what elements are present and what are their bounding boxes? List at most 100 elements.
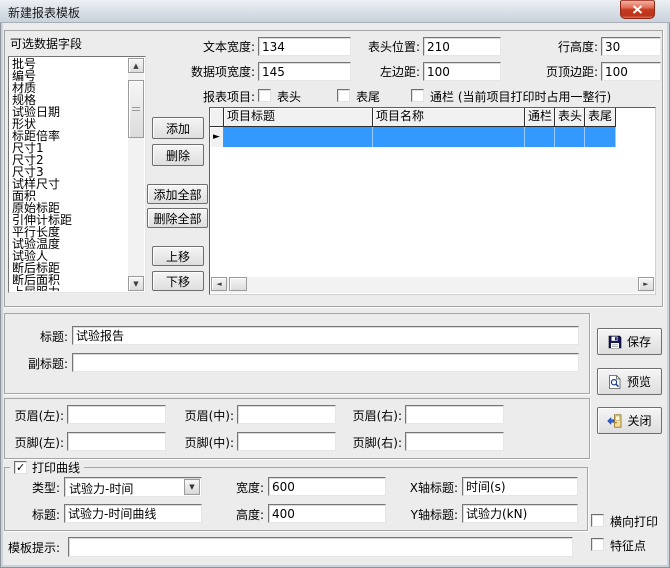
list-item[interactable]: 试验温度 xyxy=(10,238,128,250)
scroll-right-icon: ► xyxy=(643,280,648,288)
list-item[interactable]: 试验人 xyxy=(10,250,128,262)
grid-header-header[interactable]: 表头 xyxy=(555,108,585,127)
scroll-right-button[interactable]: ► xyxy=(638,277,654,291)
remove-all-button-label: 删除全部 xyxy=(153,210,201,227)
header-left-input[interactable] xyxy=(67,405,166,424)
cell-header[interactable] xyxy=(555,127,585,147)
move-up-button[interactable]: 上移 xyxy=(152,246,204,266)
grid-header-selector xyxy=(210,108,224,127)
curve-title-label: 标题: xyxy=(20,508,60,522)
scrollbar-thumb[interactable] xyxy=(128,80,144,138)
list-item[interactable]: 上屈服力 xyxy=(10,286,128,291)
data-item-width-input[interactable] xyxy=(258,62,351,81)
close-dialog-button[interactable]: 关闭 xyxy=(597,407,662,434)
list-item[interactable]: 尺寸2 xyxy=(10,154,128,166)
list-item[interactable]: 规格 xyxy=(10,94,128,106)
left-margin-input[interactable] xyxy=(423,62,501,81)
table-row[interactable]: ► xyxy=(210,127,616,147)
scroll-down-button[interactable]: ▼ xyxy=(128,276,144,291)
close-button[interactable] xyxy=(620,0,655,19)
subtitle-input[interactable] xyxy=(72,353,579,372)
x-axis-label: X轴标题: xyxy=(398,481,458,495)
list-item[interactable]: 断后面积 xyxy=(10,274,128,286)
cell-footer[interactable] xyxy=(585,127,616,147)
header-right-label: 页眉(右): xyxy=(344,409,402,423)
footer-left-label: 页脚(左): xyxy=(6,436,64,450)
move-down-button[interactable]: 下移 xyxy=(152,271,204,291)
footer-left-input[interactable] xyxy=(67,432,166,451)
print-curve-checkbox[interactable]: ✓ xyxy=(14,461,27,474)
landscape-checkbox-label: 横向打印 xyxy=(610,515,658,529)
scrollbar-thumb[interactable] xyxy=(229,277,247,291)
list-item[interactable]: 形状 xyxy=(10,118,128,130)
top-margin-input[interactable] xyxy=(601,62,661,81)
grid-header-footer[interactable]: 表尾 xyxy=(585,108,616,127)
remove-all-button[interactable]: 删除全部 xyxy=(147,208,208,228)
list-item[interactable]: 批号 xyxy=(10,58,128,70)
header-checkbox[interactable]: ✓ xyxy=(258,89,271,102)
grid-horizontal-scrollbar[interactable]: ◄ ► xyxy=(211,277,654,293)
top-margin-label: 页顶边距: xyxy=(516,65,598,79)
list-item[interactable]: 断后标距 xyxy=(10,262,128,274)
cell-fullrow[interactable] xyxy=(525,127,555,147)
preview-icon xyxy=(608,375,622,389)
template-hint-label: 模板提示: xyxy=(8,541,60,555)
scroll-left-button[interactable]: ◄ xyxy=(211,277,227,291)
list-item[interactable]: 原始标距 xyxy=(10,202,128,214)
list-item[interactable]: 平行长度 xyxy=(10,226,128,238)
landscape-checkbox[interactable]: ✓ xyxy=(591,514,604,527)
move-up-button-label: 上移 xyxy=(166,248,190,265)
cell-item-name[interactable] xyxy=(373,127,525,147)
curve-height-label: 高度: xyxy=(224,508,264,522)
cell-item-title[interactable] xyxy=(224,127,373,147)
available-fields-listbox[interactable]: 批号编号材质规格试验日期形状标距倍率尺寸1尺寸2尺寸3试样尺寸面积原始标距引伸计… xyxy=(8,56,146,293)
grid-header-item-name[interactable]: 项目名称 xyxy=(373,108,525,127)
scroll-up-button[interactable]: ▲ xyxy=(128,58,144,73)
report-items-grid[interactable]: 项目标题 项目名称 通栏 表头 表尾 ► ◄ ► xyxy=(209,107,656,295)
list-item[interactable]: 材质 xyxy=(10,82,128,94)
feature-points-checkbox[interactable]: ✓ xyxy=(591,538,604,551)
preview-button[interactable]: 预览 xyxy=(597,368,662,395)
row-height-input[interactable] xyxy=(601,37,661,56)
list-item[interactable]: 引伸计标距 xyxy=(10,214,128,226)
template-hint-input[interactable] xyxy=(68,537,573,557)
header-center-input[interactable] xyxy=(237,405,336,424)
check-icon: ✓ xyxy=(16,462,26,473)
dropdown-button[interactable]: ▼ xyxy=(184,479,200,495)
list-item[interactable]: 试验日期 xyxy=(10,106,128,118)
add-button[interactable]: 添加 xyxy=(152,117,204,139)
grid-header-fullrow[interactable]: 通栏 xyxy=(525,108,555,127)
curve-type-label: 类型: xyxy=(20,481,60,495)
list-item[interactable]: 标距倍率 xyxy=(10,130,128,142)
available-fields-items: 批号编号材质规格试验日期形状标距倍率尺寸1尺寸2尺寸3试样尺寸面积原始标距引伸计… xyxy=(10,58,128,291)
y-axis-input[interactable] xyxy=(462,504,578,523)
header-right-input[interactable] xyxy=(405,405,504,424)
list-item[interactable]: 尺寸1 xyxy=(10,142,128,154)
footer-right-input[interactable] xyxy=(405,432,504,451)
curve-width-label: 宽度: xyxy=(224,481,264,495)
data-item-width-label: 数据项宽度: xyxy=(171,65,255,79)
titlebar[interactable]: 新建报表模板 xyxy=(0,0,670,23)
save-button[interactable]: 保存 xyxy=(597,328,662,355)
curve-type-select[interactable]: 试验力-时间 ▼ xyxy=(64,477,202,497)
curve-title-input[interactable] xyxy=(64,504,202,523)
footer-center-input[interactable] xyxy=(237,432,336,451)
curve-type-value: 试验力-时间 xyxy=(69,480,182,497)
list-item[interactable]: 尺寸3 xyxy=(10,166,128,178)
list-item[interactable]: 编号 xyxy=(10,70,128,82)
text-width-input[interactable] xyxy=(258,37,351,56)
listbox-vertical-scrollbar[interactable]: ▲ ▼ xyxy=(128,58,144,291)
list-item[interactable]: 面积 xyxy=(10,190,128,202)
title-input[interactable] xyxy=(72,326,579,345)
curve-height-input[interactable] xyxy=(268,504,386,523)
curve-width-input[interactable] xyxy=(268,477,386,496)
add-all-button[interactable]: 添加全部 xyxy=(147,184,208,204)
header-pos-input[interactable] xyxy=(423,37,501,56)
x-axis-input[interactable] xyxy=(462,477,578,496)
grid-header-item-title[interactable]: 项目标题 xyxy=(224,108,373,127)
footer-checkbox[interactable]: ✓ xyxy=(337,89,350,102)
list-item[interactable]: 试样尺寸 xyxy=(10,178,128,190)
fullrow-checkbox[interactable]: ✓ xyxy=(411,89,424,102)
remove-button[interactable]: 删除 xyxy=(152,144,204,166)
thumb-grip xyxy=(132,107,140,111)
